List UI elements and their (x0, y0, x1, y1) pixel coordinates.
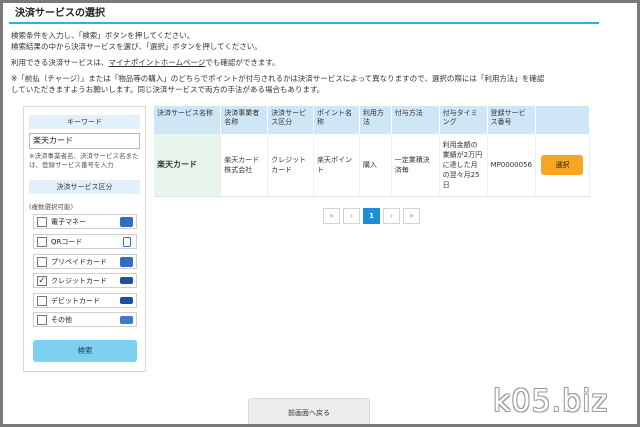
page-title: 決済サービスの選択 (9, 7, 599, 24)
prepaid-card-icon (120, 257, 133, 267)
service-option-label: QRコード (51, 238, 83, 246)
results-table: 決済サービス名称 決済事業者名称 決済サービス区分 ポイント名称 利用方法 付与… (154, 106, 591, 197)
checkbox-checked[interactable]: ✓ (37, 276, 47, 286)
debit-card-icon (120, 297, 133, 304)
service-option-label: デビットカード (51, 297, 100, 305)
column-header: ポイント名称 (313, 106, 360, 134)
point-name-cell: 楽天ポイント (313, 134, 360, 197)
column-header: 登録サービス番号 (487, 106, 536, 134)
select-cell: 選択 (535, 134, 591, 197)
checkbox[interactable] (37, 315, 47, 325)
category-cell: クレジットカード (267, 134, 314, 197)
emoney-icon (120, 217, 133, 227)
column-header: 付与方法 (391, 106, 440, 134)
intro-note-2: していただきますようお願いします。同じ決済サービスで両方の手法がある場合もありま… (11, 85, 325, 94)
company-cell: 楽天カード株式会社 (220, 134, 269, 197)
column-header: 付与タイミング (439, 106, 488, 134)
column-header: 利用方法 (359, 106, 392, 134)
checkbox[interactable] (37, 217, 47, 227)
intro-text-3-suffix: でも確認ができます。 (205, 58, 280, 67)
grant-method-cell: 一定業積決済毎 (391, 134, 440, 197)
grant-timing-cell: 利用金額の業績が2万円に達した月の翌々月25日 (439, 134, 488, 197)
column-header: 決済サービス名称 (154, 106, 222, 134)
select-button[interactable]: 選択 (541, 154, 584, 175)
service-option-emoney[interactable]: 電子マネー (33, 214, 137, 229)
search-panel: キーワード 楽天カード ※決済事業者名、決済サービス名または、登録サービス番号を… (23, 106, 146, 372)
site-watermark: k05.biz (493, 384, 609, 419)
intro-text-2: 検索結果の中から決済サービスを選び、「選択」ボタンを押してください。 (11, 42, 262, 51)
column-header (535, 106, 591, 134)
last-page-button[interactable]: » (403, 208, 420, 224)
intro-text-3: 利用できる決済サービスは、マイナポイントホームページでも確認ができます。 (11, 57, 280, 68)
other-card-icon (120, 316, 133, 324)
keyword-header: キーワード (29, 115, 140, 129)
table-row: 楽天カード 楽天カード株式会社 クレジットカード 楽天ポイント 購入 一定業積決… (154, 134, 591, 197)
checkbox[interactable] (37, 237, 47, 247)
service-option-prepaid[interactable]: プリペイドカード (33, 254, 137, 269)
intro-text-1: 検索条件を入力し、「検索」ボタンを押してください。 (11, 31, 195, 40)
current-page-button[interactable]: 1 (363, 208, 380, 224)
intro-note-1: ※「前払（チャージ）」または「物品等の購入」のどちらでポイントが付与されるかは決… (11, 74, 545, 83)
service-option-debit[interactable]: デビットカード (33, 293, 137, 308)
service-option-other[interactable]: その他 (33, 312, 137, 327)
checkbox[interactable] (37, 257, 47, 267)
intro-text-3-prefix: 利用できる決済サービスは、 (11, 58, 109, 67)
search-button[interactable]: 検索 (33, 340, 137, 362)
next-page-button[interactable]: › (383, 208, 400, 224)
keyword-input[interactable]: 楽天カード (29, 133, 140, 149)
column-header: 決済事業者名称 (220, 106, 269, 134)
service-option-qr[interactable]: QRコード (33, 234, 137, 249)
checkbox[interactable] (37, 296, 47, 306)
back-button[interactable]: 前画面へ戻る (248, 398, 370, 424)
service-option-label: プリペイドカード (51, 258, 107, 266)
table-header-row: 決済サービス名称 決済事業者名称 決済サービス区分 ポイント名称 利用方法 付与… (154, 106, 591, 134)
first-page-button[interactable]: « (323, 208, 340, 224)
service-number-cell: MP0000056 (487, 134, 536, 197)
smartphone-icon (123, 237, 131, 247)
prev-page-button[interactable]: ‹ (343, 208, 360, 224)
service-option-label: その他 (51, 316, 72, 324)
credit-card-icon (120, 277, 133, 284)
multi-select-note: (複数選択可能) (29, 203, 74, 211)
service-category-header: 決済サービス区分 (29, 180, 140, 194)
usage-cell: 購入 (359, 134, 392, 197)
service-option-credit[interactable]: ✓ クレジットカード (33, 273, 137, 288)
mynapoint-homepage-link[interactable]: マイナポイントホームページ (108, 58, 205, 67)
service-option-label: クレジットカード (51, 277, 107, 285)
service-option-label: 電子マネー (51, 218, 86, 226)
keyword-hint: ※決済事業者名、決済サービス名または、登録サービス番号を入力 (29, 152, 139, 169)
service-name-cell: 楽天カード (154, 134, 222, 197)
page-frame: 決済サービスの選択 検索条件を入力し、「検索」ボタンを押してください。 検索結果… (3, 3, 637, 424)
column-header: 決済サービス区分 (267, 106, 314, 134)
